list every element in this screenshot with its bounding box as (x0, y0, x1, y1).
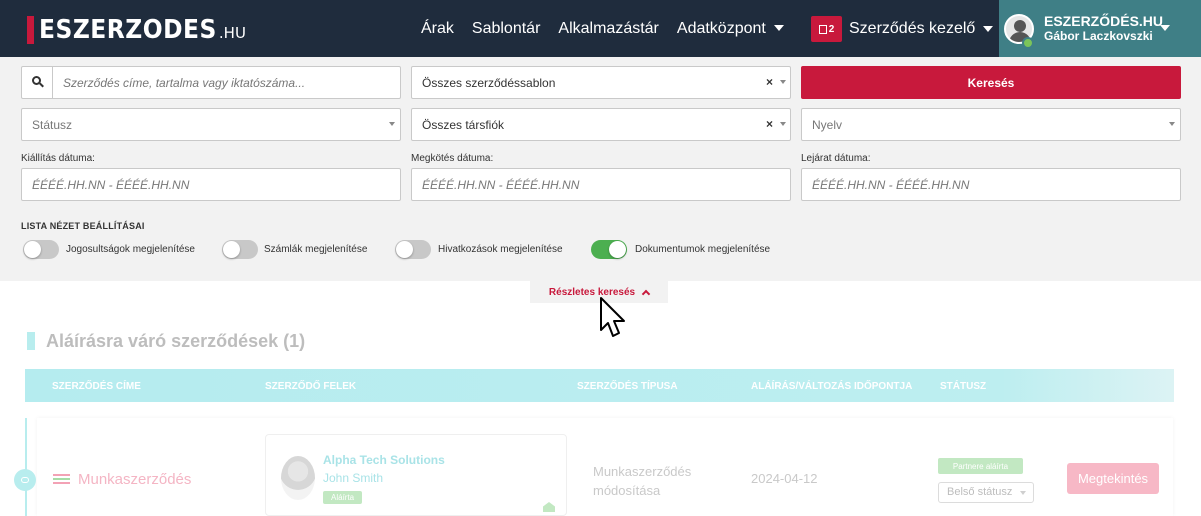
language-select[interactable]: Nyelv (801, 108, 1181, 141)
user-name: Gábor Laczkovszki (1044, 29, 1153, 43)
expiry-date-range-input[interactable]: ÉÉÉÉ.HH.NN - ÉÉÉÉ.HH.NN (801, 168, 1181, 201)
pending-section-title: Aláírásra váró szerződések (1) (46, 331, 306, 351)
flag-icon (53, 474, 70, 484)
user-org: ESZERZŐDÉS.HU (1044, 13, 1164, 29)
internal-status-select[interactable]: Belső státusz (938, 482, 1034, 503)
toggle-permissions-label: Jogosultságok megjelenítése (66, 244, 195, 255)
contract-type-line-2: módosítása (593, 483, 661, 498)
section-marker (27, 332, 35, 350)
toggle-knob (24, 241, 41, 258)
toggle-knob (223, 241, 240, 258)
internal-status-value: Belső státusz (947, 486, 1013, 498)
toggle-documents-label: Dokumentumok megjelenítése (635, 244, 771, 255)
chevron-down-icon (1020, 491, 1026, 495)
column-header-type[interactable]: SZERZŐDÉS TÍPUSA (577, 381, 678, 392)
column-header-date[interactable]: ALÁÍRÁS/VÁLTOZÁS IDŐPONTJA (751, 381, 912, 392)
toggle-references-label: Hivatkozások megjelenítése (438, 244, 563, 255)
issue-date-label: Kiállítás dátuma: (21, 153, 95, 164)
nav-templates[interactable]: Sablontár (472, 20, 541, 38)
status-placeholder: Státusz (32, 118, 73, 132)
toggle-knob (609, 241, 626, 258)
contract-title[interactable]: Munkaszerződés (78, 471, 191, 488)
chat-icon[interactable] (14, 469, 36, 491)
chevron-up-icon (641, 289, 651, 299)
top-navbar: ESZERZODES .HU Árak Sablontár Alkalmazás… (0, 0, 1201, 57)
chevron-down-icon (780, 122, 786, 126)
search-placeholder: Szerződés címe, tartalma vagy iktatószám… (63, 76, 306, 90)
toggle-knob (396, 241, 413, 258)
template-select-value: Összes szerződéssablon (422, 76, 556, 90)
nav-apps[interactable]: Alkalmazástár (558, 20, 658, 38)
search-button[interactable]: Keresés (801, 66, 1181, 99)
clear-icon[interactable]: × (766, 75, 773, 89)
column-header-status[interactable]: STÁTUSZ (940, 381, 986, 392)
nav-prices[interactable]: Árak (421, 20, 454, 38)
expiry-date-label: Lejárat dátuma: (801, 153, 871, 164)
party-person: John Smith (323, 471, 384, 485)
date-placeholder: ÉÉÉÉ.HH.NN - ÉÉÉÉ.HH.NN (812, 178, 970, 192)
chevron-down-icon (780, 80, 786, 84)
signing-date-label: Megkötés dátuma: (411, 153, 494, 164)
logo-text: ESZERZODES (39, 15, 217, 45)
user-info: ESZERZŐDÉS.HU Gábor Laczkovszki (1044, 13, 1164, 44)
toggle-invoices-label: Számlák megjelenítése (264, 244, 368, 255)
chevron-down-icon (1169, 122, 1175, 126)
template-select[interactable]: Összes szerződéssablon × (411, 66, 791, 99)
date-placeholder: ÉÉÉÉ.HH.NN - ÉÉÉÉ.HH.NN (422, 178, 580, 192)
issue-date-range-input[interactable]: ÉÉÉÉ.HH.NN - ÉÉÉÉ.HH.NN (21, 168, 401, 201)
subaccount-select-value: Összes társfiók (422, 118, 505, 132)
column-header-parties[interactable]: SZERZŐDŐ FELEK (265, 381, 356, 392)
logo-mark (27, 16, 34, 44)
nav-data-center[interactable]: Adatközpont (677, 20, 784, 38)
status-badge: Partnere aláírta (938, 458, 1023, 474)
contract-manager-menu[interactable]: 2 Szerződés kezelő (811, 14, 994, 44)
toggle-invoices[interactable] (222, 240, 258, 259)
toggle-permissions[interactable] (23, 240, 59, 259)
chevron-down-icon (389, 122, 395, 126)
site-logo[interactable]: ESZERZODES .HU (27, 14, 246, 44)
contract-manager-badge: 2 (811, 16, 842, 42)
subaccount-select[interactable]: Összes társfiók × (411, 108, 791, 141)
party-organization[interactable]: Alpha Tech Solutions (323, 453, 445, 467)
chevron-down-icon[interactable] (1160, 25, 1170, 31)
clear-icon[interactable]: × (766, 117, 773, 131)
contract-type: Munkaszerződés módosítása (593, 462, 713, 500)
toggle-references[interactable] (395, 240, 431, 259)
party-signed-badge: Aláírta (323, 491, 363, 504)
signing-date-range-input[interactable]: ÉÉÉÉ.HH.NN - ÉÉÉÉ.HH.NN (411, 168, 791, 201)
contract-count: 2 (828, 23, 835, 35)
search-input[interactable]: Szerződés címe, tartalma vagy iktatószám… (21, 66, 401, 99)
nav-data-center-label: Adatközpont (676, 19, 766, 37)
table-header: SZERZŐDÉS CÍME SZERZŐDŐ FELEK SZERZŐDÉS … (25, 369, 1174, 402)
online-status-icon (1022, 37, 1034, 49)
mouse-cursor-icon (600, 297, 625, 337)
contract-manager-label: Szerződés kezelő (849, 20, 976, 37)
contract-date: 2024-04-12 (751, 471, 818, 486)
column-header-title[interactable]: SZERZŐDÉS CÍME (52, 381, 141, 392)
status-select[interactable]: Státusz (21, 108, 401, 141)
search-icon (22, 67, 53, 98)
chevron-down-icon (773, 25, 784, 32)
main-nav: Árak Sablontár Alkalmazástár Adatközpont (421, 0, 802, 57)
chevron-down-icon (983, 26, 994, 32)
logo-suffix: .HU (218, 24, 246, 42)
toggle-documents[interactable] (591, 240, 627, 259)
language-placeholder: Nyelv (812, 118, 843, 132)
view-button[interactable]: Megtekintés (1067, 463, 1159, 494)
timeline-line (25, 418, 27, 516)
avatar-head (1014, 19, 1026, 32)
contract-type-line-1: Munkaszerződés (593, 464, 692, 479)
date-placeholder: ÉÉÉÉ.HH.NN - ÉÉÉÉ.HH.NN (32, 178, 190, 192)
party-avatar (281, 456, 315, 500)
list-settings-title: LISTA NÉZET BEÁLLÍTÁSAI (21, 221, 145, 231)
document-icon (818, 24, 827, 34)
